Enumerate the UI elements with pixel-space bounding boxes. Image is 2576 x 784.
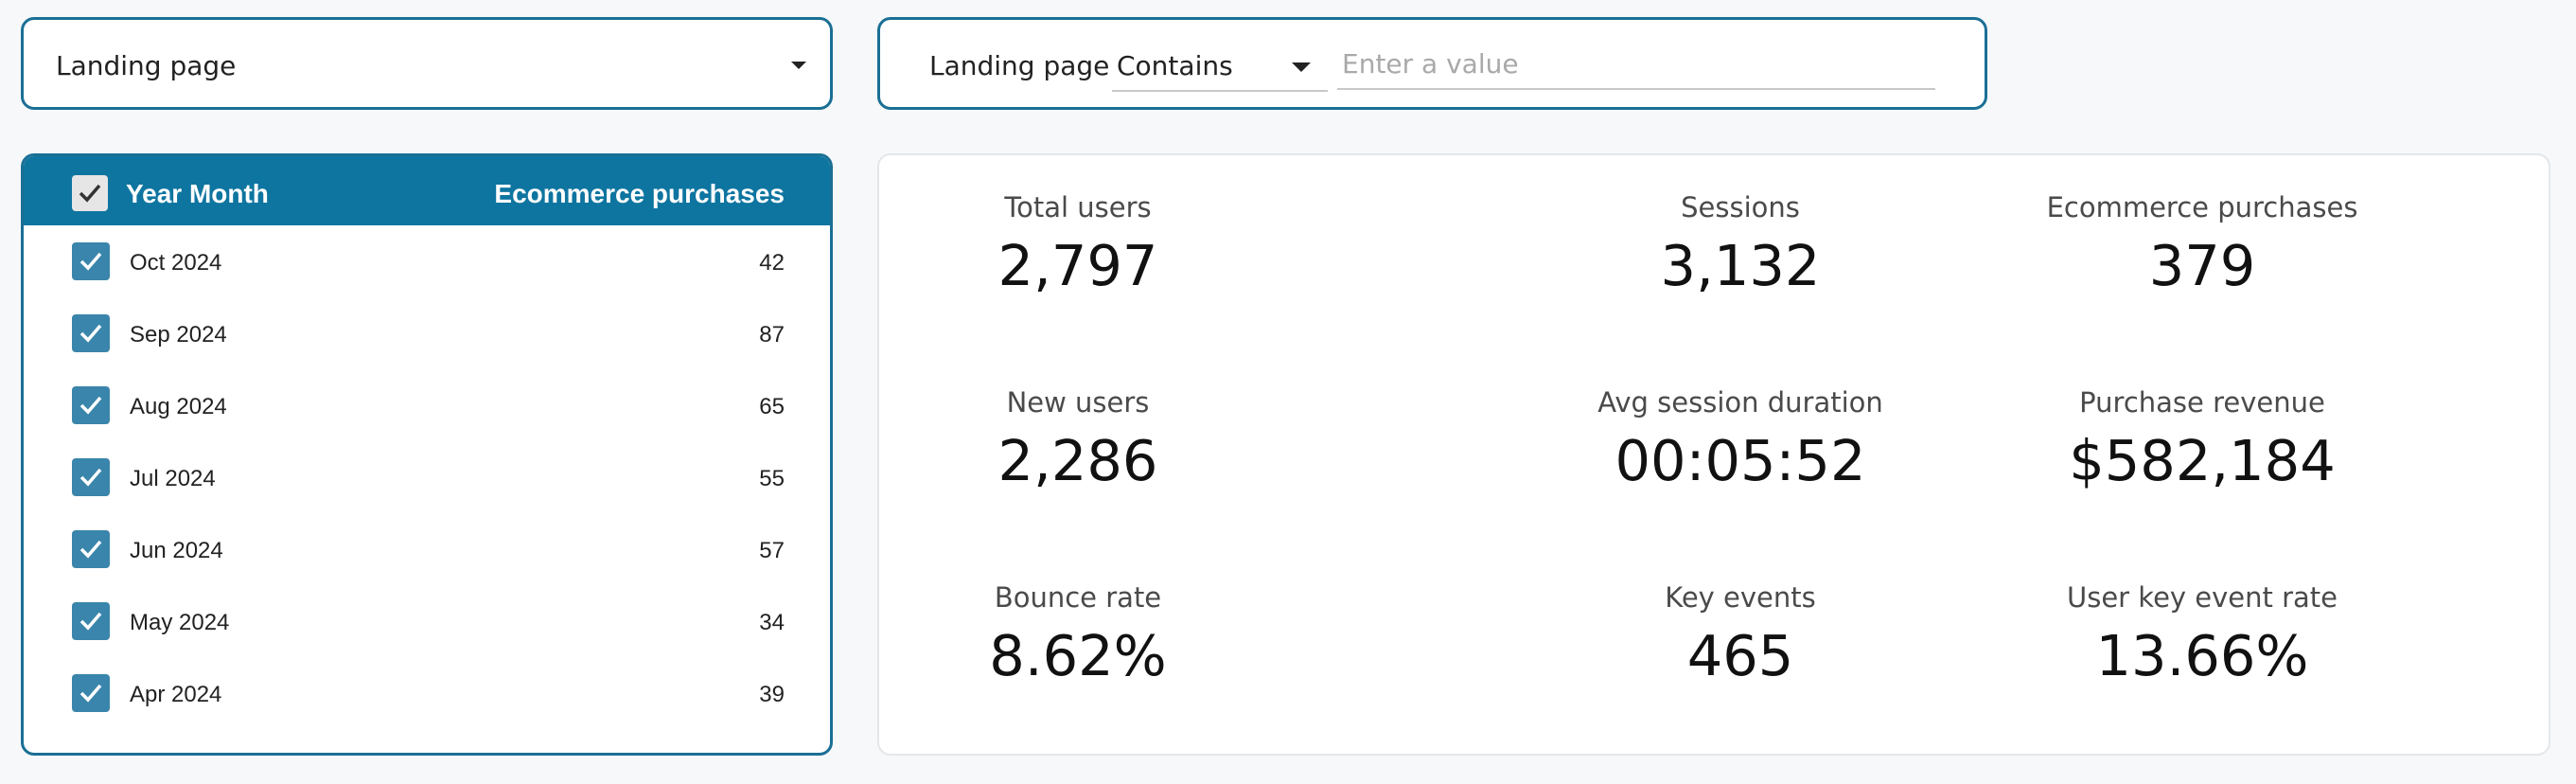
filter-value-input[interactable]	[1337, 39, 1935, 90]
scorecard-value: 2,286	[997, 428, 1158, 493]
select-all-checkbox[interactable]	[72, 175, 108, 211]
row-value: 87	[759, 322, 785, 347]
row-label: Sep 2024	[130, 322, 227, 347]
row-checkbox[interactable]	[72, 602, 110, 640]
scorecard-ecommerce-purchases: Ecommerce purchases 379	[2003, 191, 2401, 298]
scorecard-value: 8.62%	[989, 623, 1167, 688]
table-row[interactable]: Jul 2024 55	[24, 441, 830, 513]
operator-label: Contains	[1117, 50, 1233, 81]
row-value: 42	[759, 250, 785, 276]
scorecard-value: 465	[1686, 623, 1794, 688]
row-value: 34	[759, 610, 785, 635]
scorecard-new-users: New users 2,286	[879, 386, 1277, 493]
row-label: May 2024	[130, 610, 230, 635]
scorecard-label: Sessions	[1681, 191, 1800, 223]
table-row[interactable]: Jun 2024 57	[24, 513, 830, 585]
scorecard-label: Key events	[1665, 581, 1816, 614]
table-header: Year Month Ecommerce purchases	[24, 156, 830, 225]
checkmark-icon	[79, 396, 102, 415]
scorecard-label: User key event rate	[2066, 581, 2338, 614]
scorecard-value: 379	[2148, 233, 2256, 298]
row-value: 39	[759, 682, 785, 707]
row-checkbox[interactable]	[72, 314, 110, 352]
row-label: Jul 2024	[130, 466, 216, 491]
row-label: Apr 2024	[130, 682, 222, 707]
table-row[interactable]: Aug 2024 65	[24, 369, 830, 441]
scorecard-sessions: Sessions 3,132	[1542, 191, 1939, 298]
checkmark-icon	[79, 684, 102, 703]
landing-page-dropdown[interactable]: Landing page	[21, 17, 833, 110]
scorecard-label: Bounce rate	[994, 581, 1162, 614]
scorecard-bounce-rate: Bounce rate 8.62%	[879, 581, 1277, 688]
checkmark-icon	[79, 612, 102, 631]
checkmark-icon	[79, 252, 102, 271]
table-row[interactable]: Sep 2024 87	[24, 297, 830, 369]
column-header-ecommerce-purchases[interactable]: Ecommerce purchases	[494, 179, 785, 209]
table-row[interactable]: May 2024 34	[24, 585, 830, 657]
checkmark-icon	[79, 184, 101, 203]
row-value: 55	[759, 466, 785, 491]
scorecard-value: 3,132	[1660, 233, 1821, 298]
scorecard-value: 13.66%	[2095, 623, 2309, 688]
checkmark-icon	[79, 324, 102, 343]
scorecard-value: 2,797	[997, 233, 1158, 298]
operator-select[interactable]: Contains	[1112, 39, 1328, 92]
scorecard-value: 00:05:52	[1614, 428, 1866, 493]
scorecards-panel: Total users 2,797 Sessions 3,132 Ecommer…	[877, 153, 2550, 756]
scorecard-avg-session-duration: Avg session duration 00:05:52	[1542, 386, 1939, 493]
chevron-down-icon	[791, 62, 806, 69]
table-row[interactable]: Oct 2024 42	[24, 225, 830, 297]
row-checkbox[interactable]	[72, 386, 110, 424]
row-value: 57	[759, 538, 785, 563]
row-label: Jun 2024	[130, 538, 223, 563]
scorecard-user-key-event-rate: User key event rate 13.66%	[2003, 581, 2401, 688]
row-value: 65	[759, 394, 785, 419]
year-month-table: Year Month Ecommerce purchases Oct 2024 …	[21, 153, 833, 756]
row-label: Aug 2024	[130, 394, 227, 419]
row-checkbox[interactable]	[72, 530, 110, 568]
scorecard-label: New users	[1006, 386, 1150, 419]
landing-page-text-filter: Landing page Contains	[877, 17, 1987, 110]
scorecard-purchase-revenue: Purchase revenue $582,184	[2003, 386, 2401, 493]
checkmark-icon	[79, 468, 102, 487]
table-row[interactable]: Apr 2024 39	[24, 657, 830, 729]
checkmark-icon	[79, 540, 102, 559]
chevron-down-icon	[1292, 62, 1311, 72]
row-checkbox[interactable]	[72, 458, 110, 496]
row-checkbox[interactable]	[72, 242, 110, 280]
scorecard-label: Ecommerce purchases	[2046, 191, 2358, 223]
row-checkbox[interactable]	[72, 674, 110, 712]
column-header-year-month[interactable]: Year Month	[126, 179, 269, 209]
scorecard-label: Total users	[1004, 191, 1152, 223]
row-label: Oct 2024	[130, 250, 222, 276]
scorecard-total-users: Total users 2,797	[879, 191, 1277, 298]
scorecard-key-events: Key events 465	[1542, 581, 1939, 688]
text-filter-label: Landing page	[929, 50, 1110, 81]
scorecard-label: Purchase revenue	[2079, 386, 2325, 419]
scorecard-value: $582,184	[2069, 428, 2336, 493]
scorecard-label: Avg session duration	[1597, 386, 1883, 419]
landing-page-dropdown-label: Landing page	[56, 50, 237, 81]
